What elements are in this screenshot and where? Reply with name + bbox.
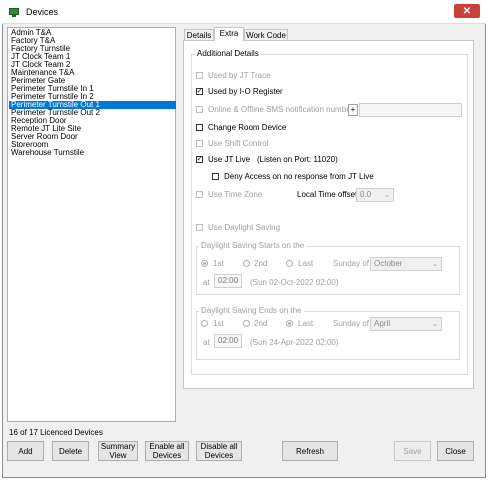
dst-start-last-label: Last [298,259,314,268]
use-jt-live-label: Use JT Live [208,155,251,164]
use-jt-live-checkbox[interactable]: ✓ [196,156,203,163]
enable-all-devices-button[interactable]: Enable all Devices [145,441,189,461]
dst-start-sunday-of-label: Sunday of [333,259,370,268]
dst-end-at-label: at [203,338,210,347]
dst-end-time-input[interactable]: 02:00 [214,334,242,348]
disable-all-devices-button[interactable]: Disable all Devices [196,441,242,461]
change-room-device-label: Change Room Device [208,123,287,132]
used-by-io-register-checkbox[interactable]: ✓ [196,88,203,95]
dst-start-at-label: at [203,278,210,287]
change-room-device-checkbox[interactable] [196,124,203,131]
jt-live-port-text: (Listen on Port: 11020) [257,155,338,164]
close-window-button[interactable]: ✕ [454,4,480,18]
local-time-offset-value: 0.0 [360,190,372,199]
deny-access-checkbox[interactable] [212,173,219,180]
deny-access-label: Deny Access on no response from JT Live [224,172,374,181]
dst-end-last-label: Last [298,319,314,328]
dst-start-1st-label: 1st [213,259,224,268]
refresh-button[interactable]: Refresh [282,441,338,461]
checkmark-icon: ✓ [196,87,203,95]
dst-end-month-select[interactable]: April ⌄ [370,317,442,331]
summary-view-button[interactable]: Summary View [98,441,138,461]
dst-end-title: Daylight Saving Ends on the [199,306,304,315]
dst-end-month-value: April [374,319,391,328]
dst-end-2nd-radio[interactable] [243,320,250,327]
title-bar[interactable] [2,2,486,24]
use-time-zone-checkbox[interactable] [196,191,203,198]
device-list[interactable]: Admin T&A Factory T&A Factory Turnstile JT … [7,27,176,422]
radio-selected-dot [203,262,206,265]
dst-end-summary: (Sun 24-Apr-2022 02:00) [250,338,339,347]
licence-status: 16 of 17 Licenced Devices [9,428,103,437]
chevron-down-icon: ⌄ [432,321,438,328]
dst-start-month-select[interactable]: October ⌄ [370,257,442,271]
sms-country-code-button[interactable]: + [348,104,358,116]
used-by-jt-trace-label: Used by JT Trace [208,71,271,80]
dst-start-2nd-label: 2nd [254,259,268,268]
use-shift-control-checkbox[interactable] [196,140,203,147]
chevron-down-icon: ⌄ [384,192,390,199]
sms-notification-checkbox[interactable] [196,106,203,113]
dst-start-time-input[interactable]: 02:00 [214,274,242,288]
dst-end-2nd-label: 2nd [254,319,268,328]
dst-end-sunday-of-label: Sunday of [333,319,370,328]
add-button[interactable]: Add [7,441,44,461]
delete-button[interactable]: Delete [52,441,89,461]
list-item[interactable]: Warehouse Turnstile [9,149,176,157]
dst-start-month-value: October [374,259,403,268]
use-daylight-saving-checkbox[interactable] [196,224,203,231]
window-title: Devices [26,7,59,17]
devices-window-icon [9,8,19,17]
use-daylight-saving-label: Use Daylight Saving [208,223,281,232]
chevron-down-icon: ⌄ [432,261,438,268]
local-time-offset-select[interactable]: 0.0 ⌄ [356,188,394,202]
close-button[interactable]: Close [437,441,474,461]
tab-extra[interactable]: Extra [214,27,244,41]
dst-start-2nd-radio[interactable] [243,260,250,267]
dst-start-last-radio[interactable] [286,260,293,267]
dst-start-title: Daylight Saving Starts on the [199,241,307,250]
additional-details-title: Additional Details [195,49,261,58]
used-by-jt-trace-checkbox[interactable] [196,72,203,79]
dst-end-1st-label: 1st [213,319,224,328]
sms-notification-label: Online & Offline SMS notification number [208,105,354,114]
used-by-io-register-label: Used by I-O Register [208,87,283,96]
use-time-zone-label: Use Time Zone [208,190,263,199]
local-time-offset-label: Local Time offset [297,190,358,199]
radio-selected-dot [288,322,291,325]
use-shift-control-label: Use Shift Control [208,139,269,148]
dst-end-1st-radio[interactable] [201,320,208,327]
sms-number-input[interactable] [359,103,462,117]
dst-start-1st-radio[interactable] [201,260,208,267]
dst-start-summary: (Sun 02-Oct-2022 02:00) [250,278,339,287]
checkmark-icon: ✓ [196,155,203,163]
save-button[interactable]: Save [394,441,431,461]
dst-end-last-radio[interactable] [286,320,293,327]
close-icon: ✕ [462,5,472,17]
